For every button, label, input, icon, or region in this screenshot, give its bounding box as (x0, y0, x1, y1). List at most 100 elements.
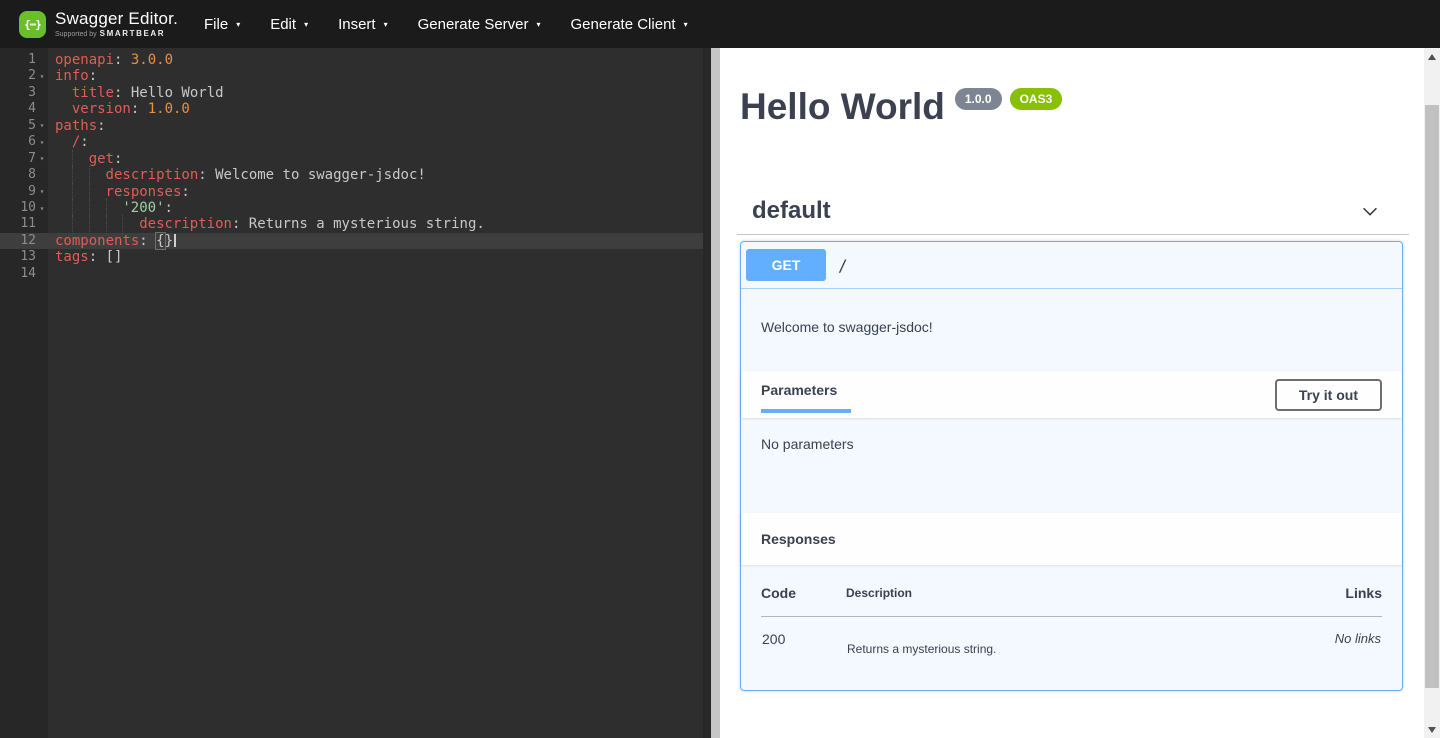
try-it-out-button[interactable]: Try it out (1275, 379, 1382, 411)
code-row: 13 tags: [] (0, 249, 703, 265)
scroll-down-arrow-icon[interactable] (1424, 721, 1440, 738)
operation-description: Welcome to swagger-jsdoc! (741, 289, 1402, 371)
topbar: {⋯} Swagger Editor. Supported by SMARTBE… (0, 0, 1440, 48)
fold-icon[interactable]: ▾ (36, 204, 48, 213)
braces-icon: {⋯} (24, 18, 41, 31)
fold-icon[interactable]: ▾ (36, 138, 48, 147)
code-row: 6▾ /: (0, 134, 703, 150)
code-line[interactable]: responses: (48, 184, 703, 200)
line-number: 4 (0, 101, 36, 117)
version-badge: 1.0.0 (955, 88, 1002, 110)
swagger-logo-icon: {⋯} (19, 11, 46, 38)
editor-scrollbar-track[interactable] (703, 48, 711, 738)
fold-icon[interactable]: ▾ (36, 154, 48, 163)
responses-header: Responses (741, 513, 1402, 565)
fold-icon[interactable]: ▾ (36, 187, 48, 196)
code-line[interactable]: openapi: 3.0.0 (48, 52, 703, 68)
caret-down-icon: ▾ (236, 20, 240, 29)
page-title: Hello World (740, 88, 945, 126)
code-line[interactable]: description: Welcome to swagger-jsdoc! (48, 167, 703, 183)
line-number: 13 (0, 249, 36, 265)
code-rows: 1openapi: 3.0.02▾info:3 title: Hello Wor… (0, 52, 703, 282)
operation-path: / (838, 256, 848, 275)
response-code: 200 (761, 617, 846, 658)
code-line[interactable]: get: (48, 151, 703, 167)
code-row: 10▾ '200': (0, 200, 703, 216)
editor-splitter[interactable] (711, 48, 720, 738)
caret-down-icon: ▾ (304, 20, 308, 29)
line-number: 6 (0, 134, 36, 150)
line-number: 7 (0, 151, 36, 167)
chevron-down-icon[interactable] (1359, 200, 1381, 222)
code-line[interactable]: info: (48, 68, 703, 84)
menu-generate-server[interactable]: Generate Server ▾ (418, 16, 541, 33)
method-badge-get: GET (746, 249, 826, 281)
brand-title: Swagger Editor. (55, 10, 178, 28)
code-row: 7▾ get: (0, 151, 703, 167)
tab-parameters[interactable]: Parameters (761, 371, 851, 413)
code-row: 9▾ responses: (0, 184, 703, 200)
menu-file[interactable]: File ▾ (204, 16, 240, 33)
caret-down-icon: ▾ (384, 20, 388, 29)
line-number: 5 (0, 118, 36, 134)
responses-title: Responses (761, 531, 836, 547)
menu-bar: File ▾ Edit ▾ Insert ▾ Generate Server ▾… (204, 16, 718, 33)
line-number: 11 (0, 216, 36, 232)
code-row: 4 version: 1.0.0 (0, 101, 703, 117)
code-line[interactable]: description: Returns a mysterious string… (48, 216, 703, 232)
code-row: 8 description: Welcome to swagger-jsdoc! (0, 167, 703, 183)
line-number: 2 (0, 68, 36, 84)
column-header-links: Links (1272, 585, 1382, 617)
scrollbar[interactable] (1424, 48, 1440, 738)
menu-edit[interactable]: Edit ▾ (270, 16, 308, 33)
parameters-header: Parameters Try it out (741, 371, 1402, 418)
menu-insert[interactable]: Insert ▾ (338, 16, 388, 33)
line-number: 9 (0, 184, 36, 200)
code-row: 3 title: Hello World (0, 85, 703, 101)
code-row: 2▾info: (0, 68, 703, 84)
yaml-editor[interactable]: 1openapi: 3.0.02▾info:3 title: Hello Wor… (0, 48, 711, 738)
responses-body: Code Description Links 200 Returns a mys… (741, 565, 1402, 690)
brand-text: Swagger Editor. Supported by SMARTBEAR (55, 10, 178, 38)
code-line[interactable]: title: Hello World (48, 85, 703, 101)
oas3-badge: OAS3 (1010, 88, 1063, 110)
code-line[interactable]: paths: (48, 118, 703, 134)
scroll-up-arrow-icon[interactable] (1424, 48, 1440, 65)
scrollbar-thumb[interactable] (1425, 105, 1439, 688)
operation-summary[interactable]: GET / (741, 242, 1402, 289)
supported-by-line: Supported by SMARTBEAR (55, 29, 178, 38)
code-line[interactable]: /: (48, 134, 703, 150)
line-number: 14 (0, 266, 36, 282)
code-line[interactable]: '200': (48, 200, 703, 216)
text-cursor (174, 234, 176, 247)
code-line[interactable]: tags: [] (48, 249, 703, 265)
line-number: 1 (0, 52, 36, 68)
table-row: 200 Returns a mysterious string. No link… (761, 617, 1382, 658)
code-row: 14 (0, 266, 703, 282)
line-number: 10 (0, 200, 36, 216)
caret-down-icon: ▾ (537, 20, 541, 29)
line-number: 12 (0, 233, 36, 249)
code-line[interactable]: components: {} (48, 233, 703, 249)
fold-icon[interactable]: ▾ (36, 72, 48, 81)
tag-section-default[interactable]: default (737, 187, 1409, 235)
code-line[interactable]: version: 1.0.0 (48, 101, 703, 117)
line-number: 3 (0, 85, 36, 101)
tag-title: default (752, 197, 831, 225)
code-row: 1 openapi: 3.0.0 (0, 52, 703, 68)
menu-generate-client[interactable]: Generate Client ▾ (571, 16, 688, 33)
code-line[interactable] (48, 266, 703, 282)
caret-down-icon: ▾ (684, 20, 688, 29)
operation-block-get: GET / Welcome to swagger-jsdoc! Paramete… (740, 241, 1403, 691)
code-row: 5▾paths: (0, 118, 703, 134)
preview-content: Hello World 1.0.0 OAS3 default GET / Wel… (720, 48, 1424, 738)
column-header-code: Code (761, 585, 846, 617)
response-description: Returns a mysterious string. (846, 617, 1272, 658)
code-row: 12 components: {} (0, 233, 703, 249)
fold-icon[interactable]: ▾ (36, 121, 48, 130)
code-row: 11 description: Returns a mysterious str… (0, 216, 703, 232)
api-info: Hello World 1.0.0 OAS3 (740, 88, 1404, 126)
title-badges: 1.0.0 OAS3 (955, 88, 1062, 110)
swagger-editor-logo[interactable]: {⋯} Swagger Editor. Supported by SMARTBE… (19, 10, 178, 38)
swagger-ui-preview: Hello World 1.0.0 OAS3 default GET / Wel… (720, 48, 1440, 738)
